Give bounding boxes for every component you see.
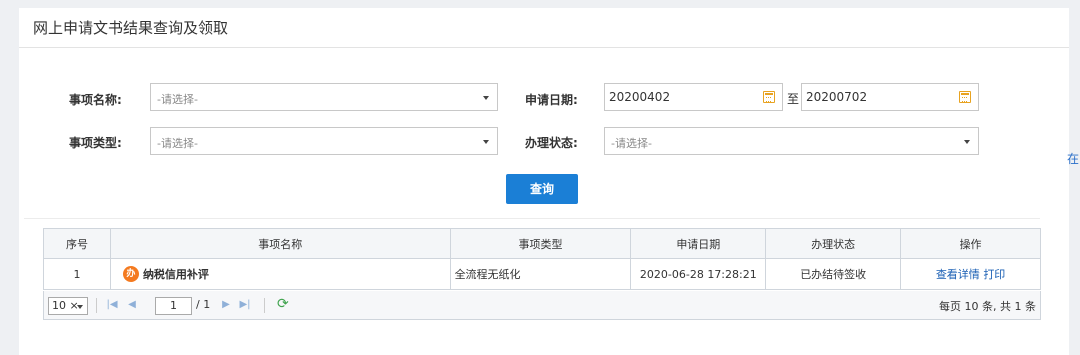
date-range-separator: 至 [787,92,800,106]
row-item-type: 全流程无纸化 [449,258,632,290]
separator [264,298,265,313]
column-header: 操作 [900,228,1041,259]
column-header: 序号 [43,228,111,259]
query-button[interactable]: 查询 [506,174,578,204]
item-name-placeholder: -请选择- [157,93,198,106]
item-name-text: 纳税信用补评 [142,268,209,281]
print-link[interactable]: 打印 [983,268,1005,281]
status-select[interactable]: -请选择- [604,127,979,155]
chevron-down-icon [483,140,489,144]
row-item-name: 办纳税信用补评 [109,258,451,290]
table-header-row: 序号 事项名称 事项类型 申请日期 办理状态 操作 [43,228,1041,259]
chevron-down-icon [964,140,970,144]
view-details-link[interactable]: 查看详情 [936,268,980,281]
apply-date-label: 申请日期: [525,93,578,107]
status-placeholder: -请选择- [611,137,652,150]
result-table: 序号 事项名称 事项类型 申请日期 办理状态 操作 1 办纳税信用补评 全流程无… [43,228,1041,290]
chevron-down-icon [483,96,489,100]
page-size-select[interactable]: 10 × [48,297,88,315]
total-pages: / 1 [196,298,211,311]
column-header: 申请日期 [630,228,767,259]
refresh-icon[interactable]: ⟳ [277,296,289,312]
page-size-value: 10 × [52,299,79,312]
page-number-input[interactable]: 1 [155,297,192,315]
side-link[interactable]: 在 [1067,150,1079,167]
item-name-label: 事项名称: [69,93,122,107]
page-title: 网上申请文书结果查询及领取 [33,19,229,37]
status-label: 办理状态: [525,136,578,150]
row-actions: 查看详情 打印 [900,258,1041,290]
last-page-icon[interactable]: ▶| [239,299,251,311]
status-badge-icon: 办 [122,266,139,282]
row-index: 1 [43,258,111,290]
row-apply-date: 2020-06-28 17:28:21 [630,258,767,290]
item-type-placeholder: -请选择- [157,137,198,150]
page-summary: 每页 10 条, 共 1 条 [939,300,1036,313]
panel-header: 网上申请文书结果查询及领取 [19,8,1069,48]
chevron-down-icon [77,305,83,309]
calendar-icon[interactable] [959,91,971,103]
separator [96,298,97,313]
start-date-value: 20200402 [609,90,671,104]
column-header: 事项名称 [109,228,451,259]
row-status: 已办结待签收 [765,258,902,290]
table-row[interactable]: 1 办纳税信用补评 全流程无纸化 2020-06-28 17:28:21 已办结… [43,258,1041,290]
prev-page-icon[interactable]: ◀ [126,299,138,311]
end-date-value: 20200702 [806,90,868,104]
first-page-icon[interactable]: |◀ [106,299,118,311]
column-header: 事项类型 [449,228,632,259]
calendar-icon[interactable] [763,91,775,103]
column-header: 办理状态 [765,228,902,259]
item-name-select[interactable]: -请选择- [150,83,498,111]
pagination-bar: 10 × |◀ ◀ 1 / 1 ▶ ▶| ⟳ 每页 10 条, 共 1 条 [43,291,1041,320]
divider [24,218,1040,219]
item-type-select[interactable]: -请选择- [150,127,498,155]
start-date-input[interactable]: 20200402 [604,83,783,111]
item-type-label: 事项类型: [69,136,122,150]
next-page-icon[interactable]: ▶ [220,299,232,311]
end-date-input[interactable]: 20200702 [801,83,979,111]
